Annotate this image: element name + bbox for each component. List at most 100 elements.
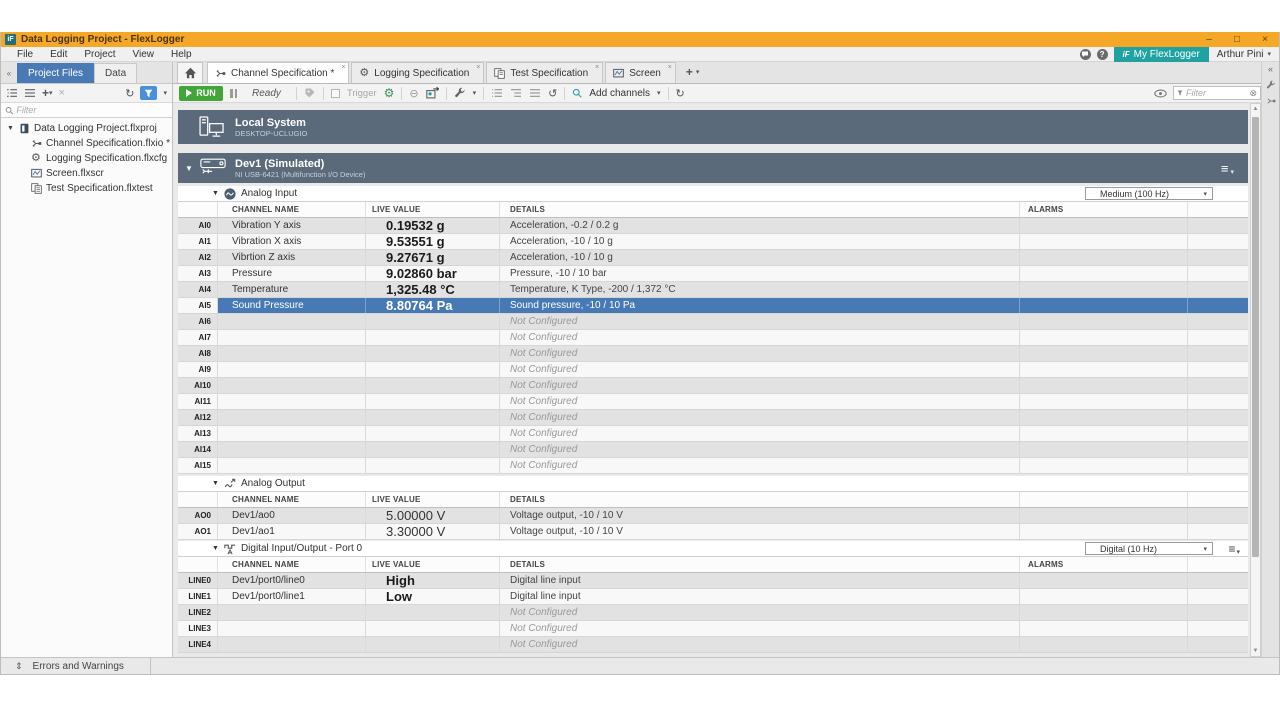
chevron-down-icon[interactable]: ▾ bbox=[163, 89, 167, 97]
tab-project-files[interactable]: Project Files bbox=[17, 63, 94, 83]
tree-item-project[interactable]: ▼ Data Logging Project.flxproj bbox=[1, 121, 172, 136]
device-menu-button[interactable]: ≡ ▾ bbox=[1221, 161, 1234, 176]
close-button[interactable]: × bbox=[1251, 32, 1279, 47]
channel-row-AI15[interactable]: AI15Not Configured bbox=[178, 458, 1248, 474]
sidebar-filter-input[interactable] bbox=[16, 105, 168, 115]
menu-edit[interactable]: Edit bbox=[50, 49, 67, 60]
add-note-icon[interactable] bbox=[304, 87, 316, 99]
new-tab-button[interactable]: + ▾ bbox=[686, 65, 700, 83]
tab-channel-specification[interactable]: Channel Specification * × bbox=[207, 62, 349, 83]
errors-warnings-label[interactable]: Errors and Warnings bbox=[33, 661, 124, 672]
collapse-section-icon[interactable]: ▼ bbox=[212, 545, 219, 552]
channel-row-AI1[interactable]: AI1Vibration X axis9.53551 gAcceleration… bbox=[178, 234, 1248, 250]
tab-screen[interactable]: Screen × bbox=[605, 62, 676, 83]
configure-tools-icon[interactable] bbox=[454, 87, 466, 99]
scrollbar-thumb[interactable] bbox=[1252, 117, 1259, 557]
channel-row-AI2[interactable]: AI2Vibrtion Z axis9.27671 gAcceleration,… bbox=[178, 250, 1248, 266]
refresh-tree-icon[interactable]: ↻ bbox=[125, 87, 134, 100]
channel-row-AI7[interactable]: AI7Not Configured bbox=[178, 330, 1248, 346]
filter-toggle-button[interactable] bbox=[140, 86, 157, 100]
add-item-button[interactable]: +▾ bbox=[42, 86, 53, 100]
channel-row-LINE2[interactable]: LINE2Not Configured bbox=[178, 605, 1248, 621]
maximize-button[interactable]: □ bbox=[1223, 32, 1251, 47]
channel-row-LINE4[interactable]: LINE4Not Configured bbox=[178, 637, 1248, 653]
channel-row-AI11[interactable]: AI11Not Configured bbox=[178, 394, 1248, 410]
help-icon[interactable]: ? bbox=[1097, 49, 1108, 60]
flat-list-icon[interactable] bbox=[529, 88, 541, 98]
vertical-scrollbar[interactable]: ▲ ▼ bbox=[1250, 103, 1261, 657]
menu-help[interactable]: Help bbox=[171, 49, 192, 60]
channel-row-AI0[interactable]: AI0Vibration Y axis0.19532 gAcceleration… bbox=[178, 218, 1248, 234]
tree-view-icon[interactable] bbox=[6, 88, 18, 98]
channel-row-LINE3[interactable]: LINE3Not Configured bbox=[178, 621, 1248, 637]
minimize-button[interactable]: – bbox=[1195, 32, 1223, 47]
menu-project[interactable]: Project bbox=[84, 49, 115, 60]
channel-row-AI5[interactable]: AI5Sound Pressure8.80764 PaSound pressur… bbox=[178, 298, 1248, 314]
collapse-device-icon[interactable]: ▼ bbox=[185, 164, 193, 173]
digital-section-menu-button[interactable]: ≡ ▾ bbox=[1228, 542, 1240, 556]
channel-row-AI12[interactable]: AI12Not Configured bbox=[178, 410, 1248, 426]
visibility-icon[interactable] bbox=[1154, 89, 1167, 98]
home-tab[interactable] bbox=[177, 62, 203, 83]
group-list-icon[interactable] bbox=[491, 88, 503, 98]
expand-icon[interactable]: ▼ bbox=[7, 125, 15, 132]
tree-item-test-specification[interactable]: Test Specification.flxtest bbox=[1, 181, 172, 196]
log-settings-icon[interactable] bbox=[426, 87, 439, 99]
rate-select-analog-input[interactable]: Medium (100 Hz) ▾ bbox=[1085, 187, 1213, 200]
channel-row-AI14[interactable]: AI14Not Configured bbox=[178, 442, 1248, 458]
clear-filter-icon[interactable]: ⊗ bbox=[1249, 88, 1257, 99]
channels-panel-icon[interactable] bbox=[1266, 96, 1276, 106]
scroll-down-icon[interactable]: ▼ bbox=[1253, 646, 1259, 656]
indent-list-icon[interactable] bbox=[510, 88, 522, 98]
channel-row-AI4[interactable]: AI4Temperature1,325.48 °CTemperature, K … bbox=[178, 282, 1248, 298]
channel-filter-input[interactable] bbox=[1186, 88, 1246, 98]
list-view-icon[interactable] bbox=[24, 88, 36, 98]
delete-item-button[interactable]: × bbox=[59, 87, 65, 99]
device-banner[interactable]: ▼ Dev1 (Simulated) NI USB-6421 (Multifun… bbox=[178, 153, 1248, 183]
trigger-checkbox[interactable] bbox=[331, 89, 340, 98]
analog-input-header[interactable]: ▼ Analog Input Medium (100 Hz) ▾ bbox=[178, 186, 1248, 202]
channel-row-AO0[interactable]: AO0Dev1/ao05.00000 VVoltage output, -10 … bbox=[178, 508, 1248, 524]
tab-data[interactable]: Data bbox=[94, 63, 137, 83]
close-tab-icon[interactable]: × bbox=[341, 64, 345, 71]
pause-button[interactable] bbox=[230, 89, 237, 98]
collapse-section-icon[interactable]: ▼ bbox=[212, 190, 219, 197]
user-account-menu[interactable]: Arthur Pini ▾ bbox=[1209, 49, 1279, 60]
chevron-down-icon[interactable]: ▾ bbox=[657, 89, 661, 97]
collapse-sidebar-icon[interactable]: « bbox=[1, 69, 17, 83]
tab-logging-specification[interactable]: ⚙ Logging Specification × bbox=[351, 62, 484, 83]
channel-row-LINE1[interactable]: LINE1Dev1/port0/line1LowDigital line inp… bbox=[178, 589, 1248, 605]
channel-row-LINE0[interactable]: LINE0Dev1/port0/line0HighDigital line in… bbox=[178, 573, 1248, 589]
feedback-icon[interactable] bbox=[1080, 49, 1091, 60]
expand-errors-icon[interactable]: ⇕ bbox=[15, 661, 23, 672]
rate-select-digital[interactable]: Digital (10 Hz) ▾ bbox=[1085, 542, 1213, 555]
trigger-settings-icon[interactable]: ⚙ bbox=[384, 86, 395, 100]
channel-row-AI3[interactable]: AI3Pressure9.02860 barPressure, -10 / 10… bbox=[178, 266, 1248, 282]
configure-panel-icon[interactable] bbox=[1266, 80, 1276, 90]
add-channels-button[interactable]: Add channels bbox=[589, 88, 650, 99]
close-tab-icon[interactable]: × bbox=[595, 64, 599, 71]
close-tab-icon[interactable]: × bbox=[476, 64, 480, 71]
digital-io-header[interactable]: ▼ Digital Input/Output - Port 0 Digital … bbox=[178, 541, 1248, 557]
history-icon[interactable]: ↺ bbox=[548, 87, 557, 100]
tree-item-channel-specification[interactable]: Channel Specification.flxio * bbox=[1, 136, 172, 151]
refresh-icon[interactable]: ↻ bbox=[676, 87, 685, 100]
channel-row-AI9[interactable]: AI9Not Configured bbox=[178, 362, 1248, 378]
channel-row-AI6[interactable]: AI6Not Configured bbox=[178, 314, 1248, 330]
menu-view[interactable]: View bbox=[132, 49, 154, 60]
channel-row-AO1[interactable]: AO1Dev1/ao13.30000 VVoltage output, -10 … bbox=[178, 524, 1248, 540]
close-tab-icon[interactable]: × bbox=[668, 64, 672, 71]
channel-row-AI13[interactable]: AI13Not Configured bbox=[178, 426, 1248, 442]
tab-test-specification[interactable]: Test Specification × bbox=[486, 62, 603, 83]
channel-row-AI8[interactable]: AI8Not Configured bbox=[178, 346, 1248, 362]
collapse-section-icon[interactable]: ▼ bbox=[212, 480, 219, 487]
tree-item-screen[interactable]: Screen.flxscr bbox=[1, 166, 172, 181]
my-flexlogger-button[interactable]: iF My FlexLogger bbox=[1114, 47, 1209, 62]
menu-file[interactable]: File bbox=[17, 49, 33, 60]
analog-output-header[interactable]: ▼ Analog Output bbox=[178, 476, 1248, 492]
tree-item-logging-specification[interactable]: ⚙ Logging Specification.flxcfg bbox=[1, 151, 172, 166]
chevron-down-icon[interactable]: ▾ bbox=[473, 89, 477, 97]
run-button[interactable]: RUN bbox=[179, 86, 223, 101]
local-system-banner[interactable]: Local System DESKTOP-UCLUGIO bbox=[178, 110, 1248, 144]
expand-panel-icon[interactable]: « bbox=[1268, 64, 1273, 74]
